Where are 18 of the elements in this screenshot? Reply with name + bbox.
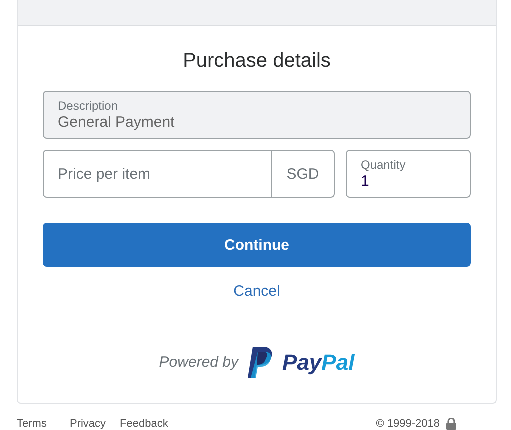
field-label: Quantity: [361, 158, 407, 172]
field-value: General Payment: [58, 113, 176, 133]
currency-label: SGD: [272, 150, 335, 198]
lock-icon: [446, 418, 457, 430]
form-title: Purchase details: [182, 49, 332, 68]
footer-link[interactable]: Feedback: [120, 418, 168, 430]
footer-link[interactable]: Terms: [17, 418, 47, 430]
footer-link[interactable]: Privacy: [70, 418, 106, 430]
powered-by-text: Powered by: [159, 354, 239, 371]
continue-button[interactable]: Continue: [43, 223, 471, 267]
price-field[interactable]: Price per item: [43, 150, 272, 198]
copyright-text: © 1999-2018: [376, 418, 440, 430]
paypal-wordmark: PayPal: [282, 350, 355, 376]
paypal-logo-icon: [248, 347, 274, 378]
field-value: 1: [361, 172, 370, 192]
field-label: Description: [58, 99, 120, 113]
quantity-field[interactable]: Quantity 1: [346, 150, 471, 198]
cancel-link[interactable]: Cancel: [234, 283, 280, 300]
